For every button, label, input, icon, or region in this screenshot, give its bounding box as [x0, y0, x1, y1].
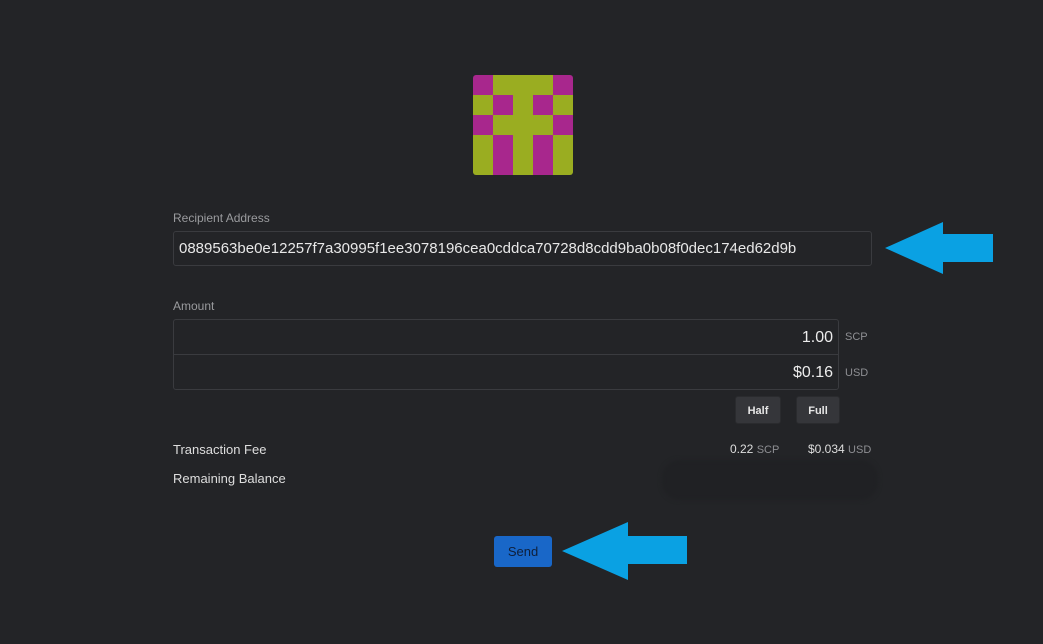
identicon-cell [493, 135, 513, 155]
transaction-fee-label: Transaction Fee [173, 442, 267, 457]
fee-usd-value: $0.034 [808, 442, 845, 456]
identicon-cell [553, 95, 573, 115]
identicon-cell [493, 75, 513, 95]
arrow-left-icon [885, 222, 993, 274]
amount-usd-input[interactable]: $0.16 [174, 355, 838, 390]
identicon-cell [513, 115, 533, 135]
identicon-cell [473, 75, 493, 95]
identicon-cell [493, 155, 513, 175]
identicon-cell [513, 155, 533, 175]
arrow-left-icon [562, 522, 687, 580]
identicon-cell [533, 155, 553, 175]
identicon-cell [473, 115, 493, 135]
identicon-cell [493, 95, 513, 115]
remaining-balance-label: Remaining Balance [173, 471, 286, 486]
identicon-cell [533, 95, 553, 115]
identicon-cell [533, 75, 553, 95]
recipient-address-label: Recipient Address [173, 211, 270, 225]
send-button[interactable]: Send [494, 536, 552, 567]
fee-scp-unit: SCP [756, 444, 780, 456]
fee-scp: 0.22 SCP [730, 442, 779, 456]
fee-usd-unit: USD [848, 444, 872, 456]
identicon-cell [513, 95, 533, 115]
amount-box: 1.00 $0.16 [173, 319, 839, 390]
amount-label: Amount [173, 299, 215, 313]
identicon-cell [473, 155, 493, 175]
identicon-cell [473, 95, 493, 115]
fee-scp-value: 0.22 [730, 442, 754, 456]
full-button[interactable]: Full [796, 396, 840, 424]
identicon-cell [513, 135, 533, 155]
redacted-balance [662, 460, 878, 500]
identicon-cell [493, 115, 513, 135]
identicon-cell [553, 115, 573, 135]
recipient-address-input[interactable] [173, 231, 872, 266]
amount-scp-unit: SCP [845, 331, 868, 343]
identicon-cell [533, 135, 553, 155]
identicon-cell [553, 135, 573, 155]
identicon-cell [553, 155, 573, 175]
fee-usd: $0.034 USD [808, 442, 871, 456]
wallet-identicon [473, 75, 573, 175]
amount-scp-input[interactable]: 1.00 [174, 320, 838, 355]
identicon-cell [513, 75, 533, 95]
identicon-cell [553, 75, 573, 95]
half-button[interactable]: Half [735, 396, 781, 424]
send-page: Recipient Address Amount 1.00 $0.16 SCP … [0, 0, 1043, 644]
amount-usd-unit: USD [845, 367, 869, 379]
identicon-cell [473, 135, 493, 155]
identicon-cell [533, 115, 553, 135]
